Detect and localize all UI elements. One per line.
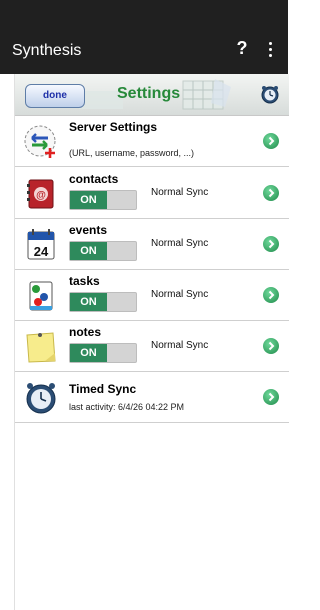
chevron-right-icon[interactable]	[263, 185, 279, 201]
done-button[interactable]: done	[25, 84, 85, 108]
toggle-state: ON	[70, 191, 107, 209]
toggle-state: ON	[70, 344, 107, 362]
notes-icon	[26, 332, 56, 363]
sync-item-label: contacts	[69, 172, 119, 186]
contacts-icon: @	[27, 179, 54, 209]
alarm-clock-icon[interactable]	[259, 83, 281, 105]
server-settings-subtitle: (URL, username, password, ...)	[69, 148, 195, 158]
calendar-icon: 24	[27, 229, 55, 260]
settings-panel: done Settings Server Settings (URL, user…	[14, 74, 289, 610]
server-settings-title: Server Settings	[69, 120, 158, 134]
events-toggle[interactable]: ON	[69, 241, 137, 261]
help-button[interactable]: ?	[234, 38, 250, 62]
timed-sync-title: Timed Sync	[69, 382, 137, 396]
contacts-toggle[interactable]: ON	[69, 190, 137, 210]
app-bar: Synthesis ?	[0, 24, 288, 74]
server-settings-row[interactable]: Server Settings (URL, username, password…	[15, 116, 289, 167]
chevron-right-icon[interactable]	[263, 338, 279, 354]
app-title: Synthesis	[12, 42, 82, 59]
page-title: Settings	[117, 85, 181, 102]
sync-mode-label[interactable]: Normal Sync	[151, 187, 208, 198]
sync-row-contacts[interactable]: @ contacts ON Normal Sync	[15, 168, 289, 219]
sync-item-label: notes	[69, 325, 102, 339]
sync-mode-label[interactable]: Normal Sync	[151, 289, 208, 300]
sync-mode-label[interactable]: Normal Sync	[151, 340, 208, 351]
sync-row-events[interactable]: 24 events ON Normal Sync	[15, 219, 289, 270]
chevron-right-icon[interactable]	[263, 287, 279, 303]
timed-sync-row[interactable]: Timed Sync last activity: 6/4/26 04:22 P…	[15, 372, 289, 423]
alarm-clock-icon	[26, 383, 56, 414]
toggle-state: ON	[70, 293, 107, 311]
calendar-day: 24	[34, 244, 49, 259]
settings-header: done Settings	[15, 74, 289, 116]
last-activity-text: last activity: 6/4/26 04:22 PM	[69, 402, 185, 412]
tasks-toggle[interactable]: ON	[69, 292, 137, 312]
chevron-right-icon[interactable]	[263, 133, 279, 149]
sync-item-label: events	[69, 223, 108, 237]
sync-mode-label[interactable]: Normal Sync	[151, 238, 208, 249]
server-settings-icon	[24, 125, 56, 158]
toggle-state: ON	[70, 242, 107, 260]
sync-row-tasks[interactable]: tasks ON Normal Sync	[15, 270, 289, 321]
tasks-icon	[29, 281, 53, 311]
chevron-right-icon[interactable]	[263, 236, 279, 252]
status-bar	[0, 0, 288, 24]
sync-item-label: tasks	[69, 274, 100, 288]
more-vert-icon[interactable]	[264, 40, 276, 60]
svg-text:@: @	[36, 190, 46, 201]
sync-row-notes[interactable]: notes ON Normal Sync	[15, 321, 289, 372]
notes-toggle[interactable]: ON	[69, 343, 137, 363]
chevron-right-icon[interactable]	[263, 389, 279, 405]
